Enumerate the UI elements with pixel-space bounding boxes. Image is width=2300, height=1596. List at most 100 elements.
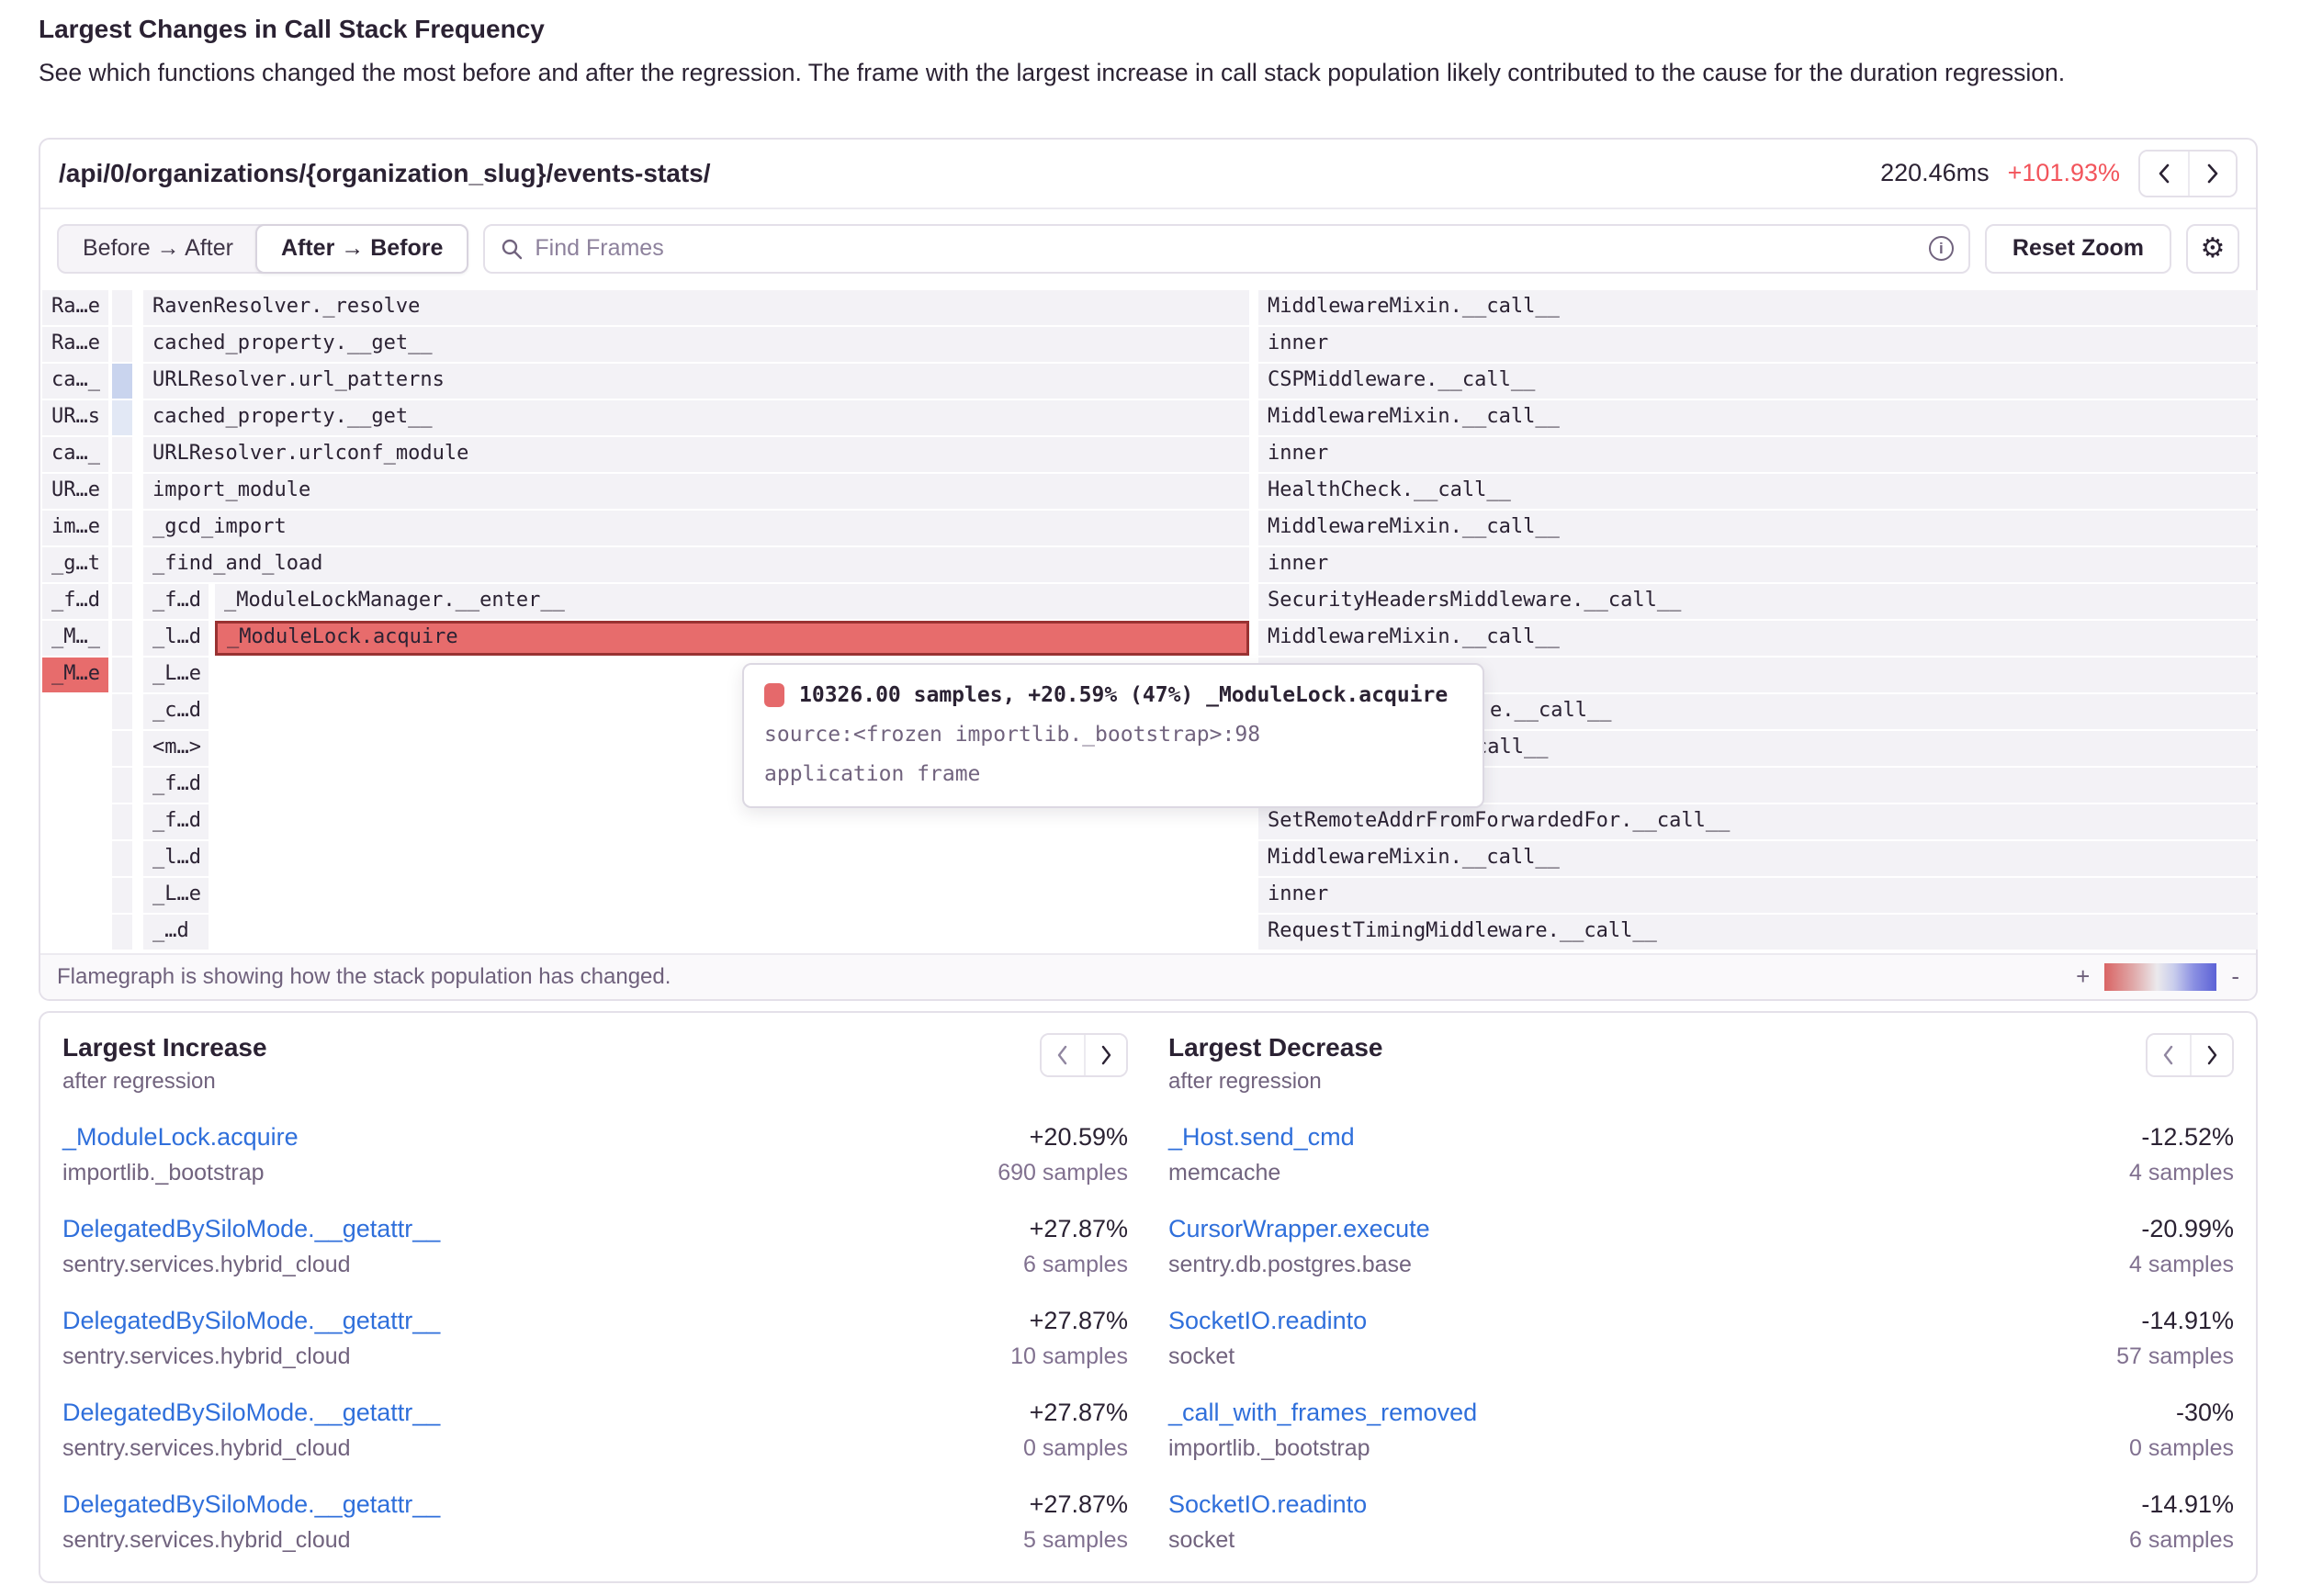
flame-strip	[112, 547, 132, 582]
flame-strip	[112, 584, 132, 619]
flame-frame[interactable]: MiddlewareMixin.__call__	[1258, 511, 2258, 545]
function-change-pct: +20.59%	[998, 1123, 1128, 1152]
flame-frame[interactable]: _L…e	[143, 878, 209, 913]
flame-frame[interactable]: RavenResolver._resolve	[143, 290, 1249, 325]
flame-frame[interactable]: cached_property.__get__	[143, 400, 1249, 435]
direction-toggle: Before → After After → Before	[57, 224, 468, 274]
flame-frame[interactable]: Ra…e	[42, 290, 108, 325]
next-endpoint-button[interactable]	[2188, 152, 2236, 196]
function-samples: 690 samples	[998, 1160, 1128, 1186]
flame-frame[interactable]: SecurityHeadersMiddleware.__call__	[1258, 584, 2258, 619]
increase-subtitle: after regression	[62, 1069, 267, 1095]
function-row: DelegatedBySiloMode.__getattr__ sentry.s…	[62, 1490, 1128, 1554]
decrease-prev-button[interactable]	[2148, 1035, 2190, 1075]
toggle-before-after[interactable]: Before → After	[57, 224, 266, 274]
decrease-next-button[interactable]	[2190, 1035, 2232, 1075]
tooltip-source: source:<frozen importlib._bootstrap>:98	[764, 723, 1462, 747]
find-frames-search[interactable]: i	[483, 224, 1970, 274]
function-row: SocketIO.readinto socket -14.91% 6 sampl…	[1168, 1490, 2234, 1554]
function-link[interactable]: SocketIO.readinto	[1168, 1307, 1367, 1334]
function-link[interactable]: DelegatedBySiloMode.__getattr__	[62, 1307, 440, 1334]
flame-frame[interactable]: _M…_	[42, 621, 108, 656]
tooltip-summary: 10326.00 samples, +20.59% (47%) _ModuleL…	[764, 683, 1462, 707]
flame-frame[interactable]: inner	[1258, 878, 2258, 913]
flame-frame[interactable]: UR…e	[42, 474, 108, 509]
settings-button[interactable]: ⚙	[2186, 224, 2239, 274]
flame-frame[interactable]: import_module	[143, 474, 1249, 509]
chevron-left-icon	[2156, 162, 2172, 185]
flame-frame[interactable]: _f…d	[42, 584, 108, 619]
prev-endpoint-button[interactable]	[2140, 152, 2188, 196]
reset-zoom-button[interactable]: Reset Zoom	[1985, 224, 2171, 274]
flame-frame[interactable]: RequestTimingMiddleware.__call__	[1258, 915, 2258, 950]
endpoint-pager	[2138, 150, 2238, 197]
flame-frame[interactable]: HealthCheck.__call__	[1258, 474, 2258, 509]
flame-frame[interactable]: _c…d	[143, 694, 209, 729]
function-samples: 10 samples	[1010, 1343, 1128, 1370]
flamegraph-card: /api/0/organizations/{organization_slug}…	[39, 138, 2258, 1001]
flame-frame[interactable]: _…d	[143, 915, 209, 950]
flame-frame[interactable]: inner	[1258, 437, 2258, 472]
flame-frame[interactable]: _ModuleLockManager.__enter__	[215, 584, 1249, 619]
flame-frame[interactable]: inner	[1258, 327, 2258, 362]
flame-frame[interactable]: _f…d	[143, 584, 209, 619]
function-change-pct: +27.87%	[1023, 1490, 1128, 1519]
frame-color-swatch-icon	[764, 683, 784, 707]
function-samples: 4 samples	[2129, 1160, 2234, 1186]
flamegraph: Ra…eRavenResolver._resolveMiddlewareMixi…	[42, 290, 2254, 953]
legend-plus: +	[2076, 962, 2090, 991]
flame-frame[interactable]: _L…e	[143, 658, 209, 692]
flame-frame[interactable]: URLResolver.urlconf_module	[143, 437, 1249, 472]
flame-frame[interactable]: _l…d	[143, 841, 209, 876]
flame-frame[interactable]: <m…>	[143, 731, 209, 766]
function-link[interactable]: DelegatedBySiloMode.__getattr__	[62, 1490, 440, 1518]
increase-next-button[interactable]	[1084, 1035, 1126, 1075]
largest-decrease-header: Largest Decrease after regression	[1168, 1033, 2234, 1095]
function-row: DelegatedBySiloMode.__getattr__ sentry.s…	[62, 1307, 1128, 1370]
flame-strip	[112, 841, 132, 876]
flame-frame[interactable]: cached_property.__get__	[143, 327, 1249, 362]
flame-frame[interactable]: _f…d	[143, 804, 209, 839]
flame-frame[interactable]: MiddlewareMixin.__call__	[1258, 290, 2258, 325]
flame-frame[interactable]: _ModuleLock.acquire	[215, 621, 1249, 656]
chevron-right-icon	[1099, 1044, 1113, 1066]
flame-frame[interactable]: im…e	[42, 511, 108, 545]
flame-frame[interactable]: Ra…e	[42, 327, 108, 362]
flame-frame[interactable]: _f…d	[143, 768, 209, 803]
flame-frame[interactable]: _gcd_import	[143, 511, 1249, 545]
function-row: _Host.send_cmd memcache -12.52% 4 sample…	[1168, 1123, 2234, 1186]
flame-frame[interactable]: inner	[1258, 547, 2258, 582]
function-link[interactable]: _Host.send_cmd	[1168, 1123, 1355, 1151]
function-link[interactable]: DelegatedBySiloMode.__getattr__	[62, 1399, 440, 1426]
function-link[interactable]: _ModuleLock.acquire	[62, 1123, 299, 1151]
flame-frame[interactable]: ca…_	[42, 364, 108, 399]
flame-frame[interactable]: _find_and_load	[143, 547, 1249, 582]
function-change-pct: -30%	[2129, 1399, 2234, 1427]
flame-frame[interactable]: _M…e	[42, 658, 108, 692]
function-link[interactable]: _call_with_frames_removed	[1168, 1399, 1477, 1426]
increase-prev-button[interactable]	[1042, 1035, 1084, 1075]
info-icon[interactable]: i	[1929, 236, 1954, 261]
search-input[interactable]	[535, 235, 1918, 262]
chevron-left-icon	[1055, 1044, 1070, 1066]
function-link[interactable]: DelegatedBySiloMode.__getattr__	[62, 1215, 440, 1242]
function-change-pct: -14.91%	[2129, 1490, 2234, 1519]
function-samples: 0 samples	[1023, 1435, 1128, 1462]
flame-frame[interactable]: _g…t	[42, 547, 108, 582]
function-link[interactable]: SocketIO.readinto	[1168, 1490, 1367, 1518]
flame-frame[interactable]: CSPMiddleware.__call__	[1258, 364, 2258, 399]
legend-gradient-icon	[2104, 963, 2216, 991]
toggle-after-before[interactable]: After → Before	[255, 224, 468, 274]
flame-frame[interactable]: URLResolver.url_patterns	[143, 364, 1249, 399]
flame-frame[interactable]: _l…d	[143, 621, 209, 656]
function-row: _ModuleLock.acquire importlib._bootstrap…	[62, 1123, 1128, 1186]
flame-frame[interactable]: SetRemoteAddrFromForwardedFor.__call__	[1258, 804, 2258, 839]
flame-frame[interactable]: ca…_	[42, 437, 108, 472]
flame-frame[interactable]: MiddlewareMixin.__call__	[1258, 400, 2258, 435]
flame-frame[interactable]: MiddlewareMixin.__call__	[1258, 621, 2258, 656]
flame-frame[interactable]: MiddlewareMixin.__call__	[1258, 841, 2258, 876]
function-link[interactable]: CursorWrapper.execute	[1168, 1215, 1430, 1242]
function-module: sentry.db.postgres.base	[1168, 1252, 1430, 1278]
function-module: memcache	[1168, 1160, 1355, 1186]
flame-frame[interactable]: UR…s	[42, 400, 108, 435]
